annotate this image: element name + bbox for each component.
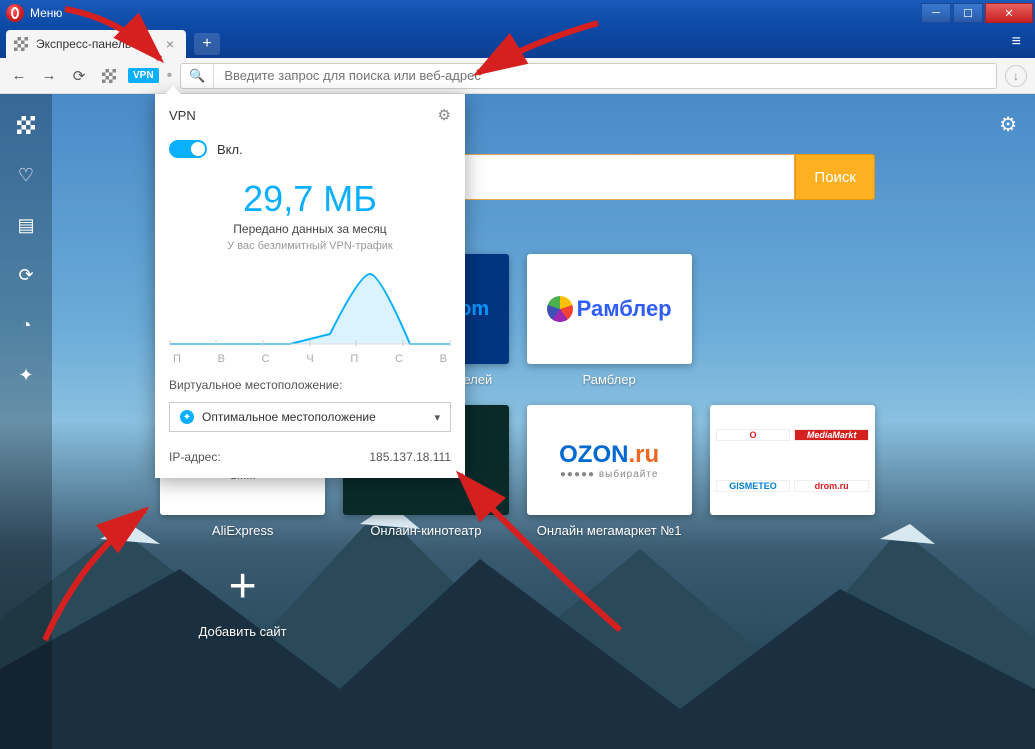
vpn-toggle[interactable] (169, 140, 207, 158)
tile-label: Рамблер (583, 372, 636, 387)
window-titlebar: Меню ─ ☐ ✕ (0, 0, 1035, 26)
reload-button[interactable]: ⟳ (68, 65, 90, 87)
tab-title: Экспресс-панель (36, 37, 131, 51)
address-field-container: 🔍 (180, 63, 997, 89)
tile-rambler[interactable]: Рамблер Рамблер (527, 254, 692, 387)
tile-label: Добавить сайт (199, 624, 287, 639)
maximize-button[interactable]: ☐ (953, 3, 983, 23)
plus-icon: + (213, 556, 273, 616)
vpn-location-select[interactable]: ✦ Оптимальное местоположение (169, 402, 451, 432)
search-icon[interactable]: 🔍 (181, 64, 214, 88)
tab-menu-button[interactable]: ≡ (1004, 29, 1029, 55)
address-input[interactable] (214, 68, 996, 83)
settings-button[interactable]: ⚙ (999, 112, 1017, 137)
tile-ozon[interactable]: OZON.ru ●●●●● выбирайте Онлайн мегамарке… (527, 405, 692, 538)
sidebar: ♡ ▤ ⟳ ◔ ✦ (0, 94, 52, 749)
vpn-usage-chart: ПВСЧПСВ (155, 266, 465, 366)
new-tab-button[interactable]: + (194, 33, 220, 55)
vpn-location-value: Оптимальное местоположение (202, 410, 376, 424)
tab-speed-dial[interactable]: Экспресс-панель × (6, 30, 186, 58)
sidebar-extensions[interactable]: ✦ (15, 364, 37, 386)
speed-dial-icon (14, 37, 28, 51)
forward-button[interactable]: → (38, 65, 60, 87)
vpn-data-amount: 29,7 МБ (169, 178, 451, 220)
dot-separator: • (167, 67, 173, 85)
tile-label: AliExpress (212, 523, 273, 538)
vpn-data-caption: Передано данных за месяц (169, 222, 451, 236)
gear-icon[interactable]: ⚙ (438, 106, 451, 124)
vpn-unlimited-note: У вас безлимитный VPN-трафик (169, 240, 451, 252)
sidebar-sync[interactable]: ⟳ (15, 264, 37, 286)
vpn-popup: VPN ⚙ Вкл. 29,7 МБ Передано данных за ме… (155, 94, 465, 478)
tile-add-site[interactable]: + Добавить сайт (160, 556, 325, 639)
globe-icon: ✦ (180, 410, 194, 424)
address-bar: ← → ⟳ VPN • 🔍 ↓ (0, 58, 1035, 94)
vpn-title: VPN (169, 108, 196, 123)
tab-strip: Экспресс-панель × + ≡ (0, 26, 1035, 58)
vpn-ip-label: IP-адрес: (169, 450, 221, 464)
search-button[interactable]: Поиск (795, 154, 875, 200)
vpn-location-label: Виртуальное местоположение: (155, 366, 465, 398)
downloads-button[interactable]: ↓ (1005, 65, 1027, 87)
vpn-chart-days: ПВСЧПСВ (169, 349, 451, 365)
vpn-ip-value: 185.137.18.111 (369, 450, 451, 464)
back-button[interactable]: ← (8, 65, 30, 87)
vpn-toggle-label: Вкл. (217, 142, 243, 157)
sidebar-speed-dial[interactable] (15, 114, 37, 136)
minimize-button[interactable]: ─ (921, 3, 951, 23)
sidebar-bookmarks[interactable]: ♡ (15, 164, 37, 186)
opera-icon[interactable] (6, 4, 24, 22)
close-button[interactable]: ✕ (985, 3, 1033, 23)
close-tab-button[interactable]: × (162, 36, 178, 52)
sidebar-news[interactable]: ▤ (15, 214, 37, 236)
vpn-badge[interactable]: VPN (128, 68, 159, 83)
menu-button[interactable]: Меню (30, 6, 62, 20)
tile-label: Онлайн-кинотеатр (370, 523, 481, 538)
sidebar-history[interactable]: ◔ (15, 314, 37, 336)
speed-dial-button[interactable] (98, 65, 120, 87)
tile-label: Онлайн мегамаркет №1 (537, 523, 682, 538)
tile-folder[interactable]: O MediaMarkt GISMETEO drom.ru (710, 405, 875, 538)
